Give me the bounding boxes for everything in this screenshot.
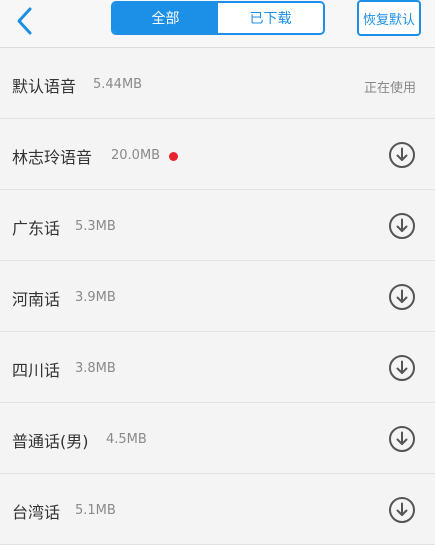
voice-name: 台湾话 [12,503,61,522]
voice-name: 普通话(男) [12,432,89,451]
tab-all[interactable]: 全部 [113,3,218,33]
list-item[interactable]: 河南话 3.9MB [0,261,435,332]
chevron-left-icon [8,3,44,39]
download-icon[interactable] [388,354,416,382]
voice-size: 3.9MB [75,290,116,305]
list-item[interactable]: 台湾话 5.1MB [0,474,435,545]
voice-size: 4.5MB [106,432,147,447]
download-icon[interactable] [388,283,416,311]
voice-name: 默认语音 [12,77,77,96]
top-bar: 全部 已下载 恢复默认 [0,0,435,48]
voice-list: 默认语音 5.44MB 正在使用 林志玲语音 20.0MB 广东话 5.3MB … [0,48,435,545]
voice-name: 四川话 [12,361,61,380]
voice-size: 3.8MB [75,361,116,376]
voice-name: 河南话 [12,290,61,309]
voice-name: 林志玲语音 [12,148,93,167]
list-item[interactable]: 广东话 5.3MB [0,190,435,261]
filter-segmented-control: 全部 已下载 [111,1,325,35]
in-use-status: 正在使用 [363,81,416,96]
back-button[interactable] [8,3,44,39]
download-icon[interactable] [388,425,416,453]
voice-size: 20.0MB [111,148,161,163]
tab-downloaded[interactable]: 已下载 [218,3,323,33]
restore-default-button[interactable]: 恢复默认 [357,0,421,36]
download-icon[interactable] [388,212,416,240]
download-icon[interactable] [388,141,416,169]
download-icon[interactable] [388,496,416,524]
new-badge-dot [169,152,178,161]
voice-size: 5.3MB [75,219,116,234]
list-item[interactable]: 普通话(男) 4.5MB [0,403,435,474]
list-item[interactable]: 林志玲语音 20.0MB [0,119,435,190]
voice-size: 5.1MB [75,503,116,518]
voice-size: 5.44MB [93,77,143,92]
voice-name: 广东话 [12,219,61,238]
list-item[interactable]: 四川话 3.8MB [0,332,435,403]
list-item[interactable]: 默认语音 5.44MB 正在使用 [0,48,435,119]
